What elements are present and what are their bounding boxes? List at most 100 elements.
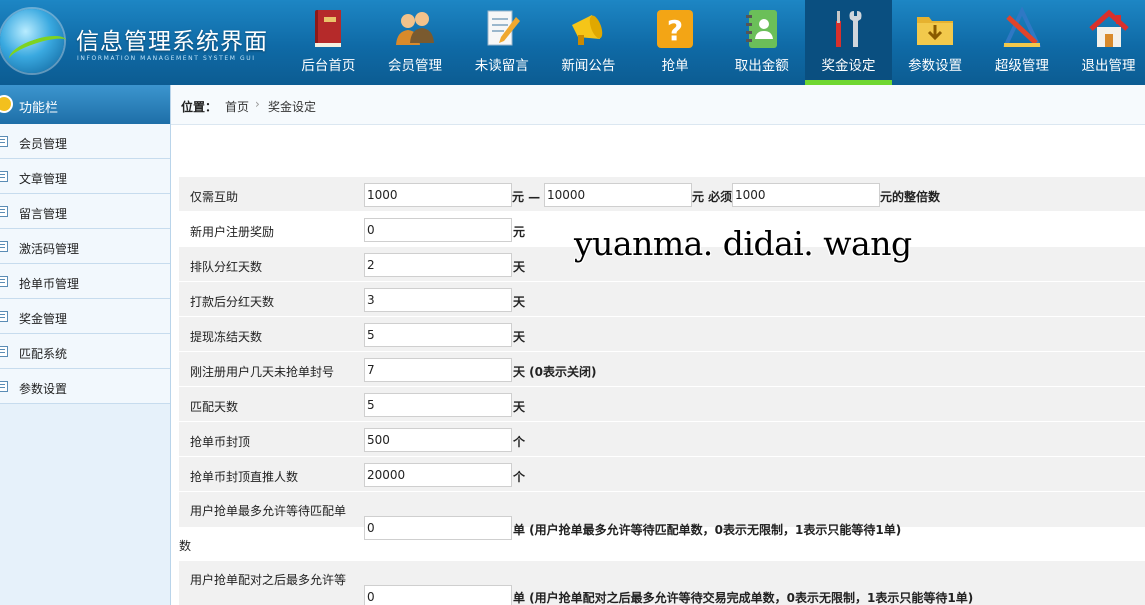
- field-label: 提现冻结天数: [190, 330, 263, 344]
- nav-label: 未读留言: [474, 58, 529, 74]
- question-icon: ?: [657, 10, 694, 48]
- breadcrumb-current: 奖金设定: [268, 100, 317, 114]
- sidebar: 功能栏 会员管理 文章管理 留言管理 激活码管理 抢单币管理 奖金管理 匹配系统…: [0, 85, 171, 605]
- function-bar-icon: [0, 95, 13, 113]
- list-icon: [0, 136, 8, 147]
- sidebar-item-params[interactable]: 参数设置: [0, 369, 170, 404]
- nav-label: 退出管理: [1081, 58, 1136, 74]
- top-nav: 后台首页 会员管理 未读留言 新闻公告 ? 抢单 取出金额 奖金设定 参数设置 …: [285, 0, 1145, 85]
- calendar-icon: [0, 276, 8, 287]
- unit-label: 个: [513, 435, 526, 449]
- document-pen-icon: [487, 10, 520, 46]
- form-row: 抢单币封顶直推人数 个: [179, 457, 1145, 492]
- sidebar-item-messages[interactable]: 留言管理: [0, 194, 170, 229]
- app-title: 信息管理系统界面: [76, 29, 268, 55]
- nav-label: 取出金额: [734, 58, 789, 74]
- field-label: 新用户注册奖励: [190, 225, 275, 239]
- nav-item-withdraw[interactable]: 取出金额: [718, 0, 805, 85]
- withdraw-freeze-days-input[interactable]: [364, 323, 512, 347]
- form-row: 打款后分红天数 天: [179, 282, 1145, 317]
- megaphone-icon: [572, 15, 603, 45]
- coin-cap-input[interactable]: [364, 428, 512, 452]
- logo: 信息管理系统界面 INFORMATION MANAGEMENT SYSTEM G…: [0, 0, 285, 85]
- sidebar-header: 功能栏: [0, 85, 170, 124]
- nav-item-super-admin[interactable]: 超级管理: [979, 0, 1066, 85]
- watermark-text: yuanma. didai. wang: [574, 224, 912, 263]
- breadcrumb-separator: ›: [255, 97, 260, 111]
- nav-label: 后台首页: [301, 58, 356, 74]
- unit-label: 天: [513, 400, 526, 414]
- multiple-input[interactable]: [732, 183, 880, 207]
- home-icon: [1088, 9, 1129, 47]
- sidebar-item-coins[interactable]: 抢单币管理: [0, 264, 170, 299]
- unit-must: 元 必须: [692, 190, 733, 204]
- globe-logo-icon: [0, 9, 64, 73]
- field-label: 用户抢单配对之后最多允许等: [190, 573, 347, 587]
- field-label: 用户抢单最多允许等待匹配单: [190, 504, 347, 518]
- form-row: 用户抢单最多允许等待匹配单 数 单 (用户抢单最多允许等待匹配单数，0表示无限制…: [179, 492, 1145, 561]
- calendar-icon: [0, 381, 8, 392]
- unit-suffix: 元的整倍数: [880, 190, 941, 204]
- field-label: 仅需互助: [190, 190, 239, 204]
- unit-label: 单 (用户抢单最多允许等待匹配单数，0表示无限制，1表示只能等待1单): [513, 523, 902, 537]
- edit-icon: [0, 171, 8, 182]
- edit-icon: [0, 206, 8, 217]
- queue-days-input[interactable]: [364, 253, 512, 277]
- sidebar-title: 功能栏: [19, 101, 59, 116]
- unit-label: 天: [513, 295, 526, 309]
- sidebar-item-activation-codes[interactable]: 激活码管理: [0, 229, 170, 264]
- nav-label: 抢单: [661, 58, 689, 74]
- match-days-input[interactable]: [364, 393, 512, 417]
- nav-item-home[interactable]: 后台首页: [285, 0, 372, 85]
- unit-dash: 元 —: [512, 190, 541, 204]
- payment-dividend-days-input[interactable]: [364, 288, 512, 312]
- unit-label: 天 (0表示关闭): [513, 365, 597, 379]
- calendar-icon: [0, 241, 8, 252]
- ban-days-input[interactable]: [364, 358, 512, 382]
- sidebar-item-articles[interactable]: 文章管理: [0, 159, 170, 194]
- sidebar-item-label: 激活码管理: [19, 242, 80, 256]
- field-label: 排队分红天数: [190, 260, 263, 274]
- max-pending-orders-input[interactable]: [364, 516, 512, 540]
- unit-label: 个: [513, 470, 526, 484]
- sidebar-item-bonus[interactable]: 奖金管理: [0, 299, 170, 334]
- nav-label: 参数设置: [908, 58, 963, 74]
- field-label: 刚注册用户几天未抢单封号: [190, 365, 335, 379]
- nav-item-grab-order[interactable]: ? 抢单: [632, 0, 719, 85]
- book-icon: [315, 10, 342, 47]
- app-subtitle: INFORMATION MANAGEMENT SYSTEM GUI: [77, 55, 256, 62]
- users-icon: [396, 12, 435, 45]
- min-amount-input[interactable]: [364, 183, 512, 207]
- nav-item-messages[interactable]: 未读留言: [458, 0, 545, 85]
- folder-download-icon: [917, 17, 954, 45]
- nav-item-bonus-settings[interactable]: 奖金设定: [805, 0, 892, 85]
- coin-cap-referrals-input[interactable]: [364, 463, 512, 487]
- breadcrumb-prefix: 位置：: [181, 100, 218, 114]
- nav-label: 新闻公告: [561, 58, 616, 74]
- max-matched-orders-input[interactable]: [364, 585, 512, 605]
- form-row: 用户抢单配对之后最多允许等 单 (用户抢单配对之后最多允许等待交易完成单数，0表…: [179, 561, 1145, 605]
- sidebar-item-matching[interactable]: 匹配系统: [0, 334, 170, 369]
- unit-label: 单 (用户抢单配对之后最多允许等待交易完成单数，0表示无限制，1表示只能等待1单…: [513, 591, 974, 605]
- max-amount-input[interactable]: [544, 183, 692, 207]
- top-header: 信息管理系统界面 INFORMATION MANAGEMENT SYSTEM G…: [0, 0, 1145, 85]
- svg-text:?: ?: [667, 14, 683, 47]
- sidebar-item-members[interactable]: 会员管理: [0, 124, 170, 159]
- sidebar-item-label: 会员管理: [19, 137, 68, 151]
- sidebar-item-label: 抢单币管理: [19, 277, 80, 291]
- register-reward-input[interactable]: [364, 218, 512, 242]
- breadcrumb-home-link[interactable]: 首页: [225, 98, 249, 115]
- nav-item-params[interactable]: 参数设置: [892, 0, 979, 85]
- form-row: 匹配天数 天: [179, 387, 1145, 422]
- form-row: 刚注册用户几天未抢单封号 天 (0表示关闭): [179, 352, 1145, 387]
- field-label: 抢单币封顶直推人数: [190, 470, 299, 484]
- ruler-pen-icon: [1002, 7, 1041, 47]
- nav-item-members[interactable]: 会员管理: [372, 0, 459, 85]
- form-row: 提现冻结天数 天: [179, 317, 1145, 352]
- field-label-continued: 数: [179, 539, 192, 553]
- nav-item-news[interactable]: 新闻公告: [545, 0, 632, 85]
- field-label: 匹配天数: [190, 400, 239, 414]
- calendar-icon: [0, 346, 8, 357]
- sidebar-item-label: 奖金管理: [19, 312, 68, 326]
- nav-item-logout[interactable]: 退出管理: [1065, 0, 1145, 85]
